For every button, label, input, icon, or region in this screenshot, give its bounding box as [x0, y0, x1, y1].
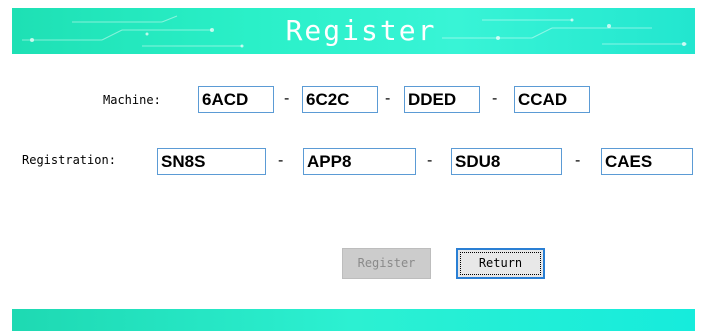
machine-separator-3: - — [492, 90, 498, 107]
machine-separator-1: - — [284, 90, 290, 107]
machine-code-field-4[interactable]: CCAD — [514, 86, 590, 113]
registration-label: Registration: — [22, 153, 116, 167]
machine-label: Machine: — [103, 93, 161, 107]
header-banner: Register — [12, 8, 695, 54]
return-button[interactable]: Return — [456, 248, 545, 279]
registration-separator-1: - — [278, 152, 284, 169]
machine-code-field-3[interactable]: DDED — [404, 86, 480, 113]
registration-code-field-3[interactable]: SDU8 — [451, 148, 562, 175]
registration-code-field-4[interactable]: CAES — [601, 148, 693, 175]
registration-code-field-1[interactable]: SN8S — [157, 148, 266, 175]
return-button-label: Return — [478, 256, 523, 270]
registration-code-field-2[interactable]: APP8 — [303, 148, 416, 175]
registration-separator-2: - — [427, 152, 433, 169]
register-window: Register Machine: 6ACD - 6C2C - DDED - C… — [0, 0, 707, 331]
machine-separator-2: - — [385, 90, 391, 107]
page-title: Register — [285, 14, 437, 47]
register-button[interactable]: Register — [342, 248, 431, 279]
machine-code-field-1[interactable]: 6ACD — [198, 86, 274, 113]
machine-code-field-2[interactable]: 6C2C — [302, 86, 378, 113]
footer-bar — [12, 309, 695, 331]
registration-separator-3: - — [575, 152, 581, 169]
